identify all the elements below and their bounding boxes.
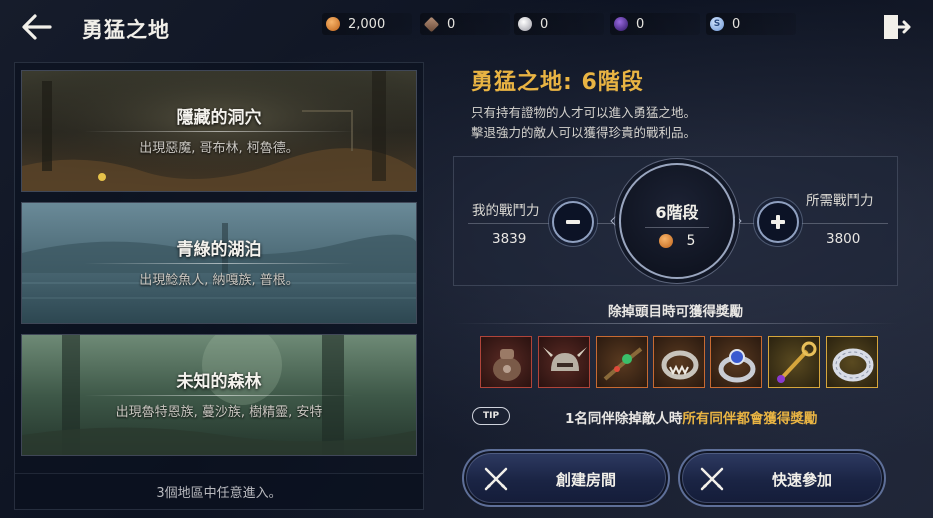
area-divider xyxy=(84,395,354,396)
currency-blue-coin: S 0 xyxy=(706,13,796,35)
area-card-unknown-forest[interactable]: 未知的森林 出現魯特恩族, 蔓沙族, 樹精靈, 安特 xyxy=(21,334,417,456)
my-power-value: 3839 xyxy=(492,231,527,247)
currency-brown-gem-value: 0 xyxy=(447,16,456,32)
back-button[interactable] xyxy=(20,12,54,42)
stage-divider xyxy=(645,227,709,228)
required-power-divider xyxy=(796,223,888,224)
minus-icon xyxy=(566,220,580,224)
currency-gold-value: 2,000 xyxy=(348,16,386,32)
currency-brown-gem: 0 xyxy=(420,13,510,35)
area-desc: 出現惡魔, 哥布林, 柯魯德。 xyxy=(139,141,299,156)
currency-gold: 2,000 xyxy=(322,13,412,35)
my-power-label: 我的戰鬥力 xyxy=(472,203,540,219)
crossed-swords-icon xyxy=(484,467,508,491)
area-name: 青綠的湖泊 xyxy=(176,240,262,260)
area-name: 隱藏的洞穴 xyxy=(176,108,262,128)
emerald-branch-icon xyxy=(603,347,643,381)
reward-item[interactable] xyxy=(538,336,590,388)
area-desc: 出現魯特恩族, 蔓沙族, 樹精靈, 安特 xyxy=(115,405,323,420)
entry-cost: 5 xyxy=(621,233,733,249)
entry-cost-value: 5 xyxy=(686,233,696,249)
page-title: 勇猛之地 xyxy=(82,18,170,42)
top-bar: 勇猛之地 2,000 0 0 0 S 0 xyxy=(0,0,933,56)
tip-badge: TIP xyxy=(472,407,510,425)
quick-join-label: 快速參加 xyxy=(771,471,832,489)
reward-item[interactable] xyxy=(826,336,878,388)
silver-orb-icon xyxy=(518,17,532,31)
currency-silver-orb: 0 xyxy=(514,13,604,35)
sapphire-ring-icon xyxy=(718,349,756,383)
tip-text-highlight: 所有同伴都會獲得獎勵 xyxy=(682,411,818,427)
quick-join-button[interactable]: 快速參加 xyxy=(678,449,886,507)
fanged-ring-icon xyxy=(661,350,699,380)
increase-stage-button[interactable] xyxy=(757,201,799,243)
blue-s-coin-icon: S xyxy=(710,17,724,31)
silver-band-icon xyxy=(832,348,874,382)
currency-purple-orb: 0 xyxy=(610,13,700,35)
currency-silver-orb-value: 0 xyxy=(540,16,549,32)
reward-item[interactable] xyxy=(596,336,648,388)
orange-coin-icon xyxy=(658,234,673,248)
tip-text: 1名同伴除掉敵人時所有同伴都會獲得獎勵 xyxy=(565,407,817,427)
stage-desc-line1: 只有持有證物的人才可以進入勇猛之地。 xyxy=(471,105,697,120)
tip-row: TIP 1名同伴除掉敵人時所有同伴都會獲得獎勵 xyxy=(472,405,902,427)
decrease-stage-button[interactable] xyxy=(552,201,594,243)
arrow-left-icon xyxy=(22,14,52,40)
exit-button[interactable] xyxy=(881,12,911,42)
area-card-hidden-cave[interactable]: 隱藏的洞穴 出現惡魔, 哥布林, 柯魯德。 xyxy=(21,70,417,192)
create-room-label: 創建房間 xyxy=(555,471,616,489)
purple-orb-icon xyxy=(614,17,628,31)
stage-title: 勇猛之地: 6階段 xyxy=(471,70,644,95)
reward-item[interactable] xyxy=(710,336,762,388)
my-power-divider xyxy=(468,223,558,224)
area-list-panel: 隱藏的洞穴 出現惡魔, 哥布林, 柯魯德。 青綠的湖泊 出現鯰魚人, 納嘎族, … xyxy=(14,62,424,510)
tip-text-plain: 1名同伴除掉敵人時 xyxy=(565,411,683,427)
stage-level: 6階段 xyxy=(655,203,699,222)
area-desc: 出現鯰魚人, 納嘎族, 普根。 xyxy=(139,273,299,288)
brown-gem-icon xyxy=(423,16,440,32)
area-card-green-lake[interactable]: 青綠的湖泊 出現鯰魚人, 納嘎族, 普根。 xyxy=(21,202,417,324)
currency-blue-coin-value: 0 xyxy=(732,16,741,32)
area-divider xyxy=(84,131,354,132)
currency-purple-orb-value: 0 xyxy=(636,16,645,32)
stage-desc-line2: 擊退強力的敵人可以獲得珍貴的戰利品。 xyxy=(471,125,697,140)
areas-footer-text: 3個地區中任意進入。 xyxy=(15,473,423,509)
required-power-label: 所需戰鬥力 xyxy=(806,193,874,209)
exit-door-icon xyxy=(884,15,911,39)
required-power-value: 3800 xyxy=(826,231,861,247)
area-name: 未知的森林 xyxy=(176,372,262,392)
golden-scepter-icon xyxy=(777,341,817,383)
plus-icon xyxy=(771,215,785,229)
horned-helmet-icon xyxy=(543,347,587,371)
reward-item[interactable] xyxy=(480,336,532,388)
crossed-swords-icon xyxy=(700,467,724,491)
reward-item[interactable] xyxy=(653,336,705,388)
orange-coin-icon xyxy=(326,17,340,31)
stage-selector: 6階段 5 xyxy=(619,163,735,279)
area-divider xyxy=(84,263,354,264)
reward-item[interactable] xyxy=(768,336,820,388)
create-room-button[interactable]: 創建房間 xyxy=(462,449,670,507)
pouch-item-icon xyxy=(493,349,521,381)
reward-divider xyxy=(453,323,898,324)
reward-title: 除掉頭目時可獲得獎勵 xyxy=(608,304,743,320)
